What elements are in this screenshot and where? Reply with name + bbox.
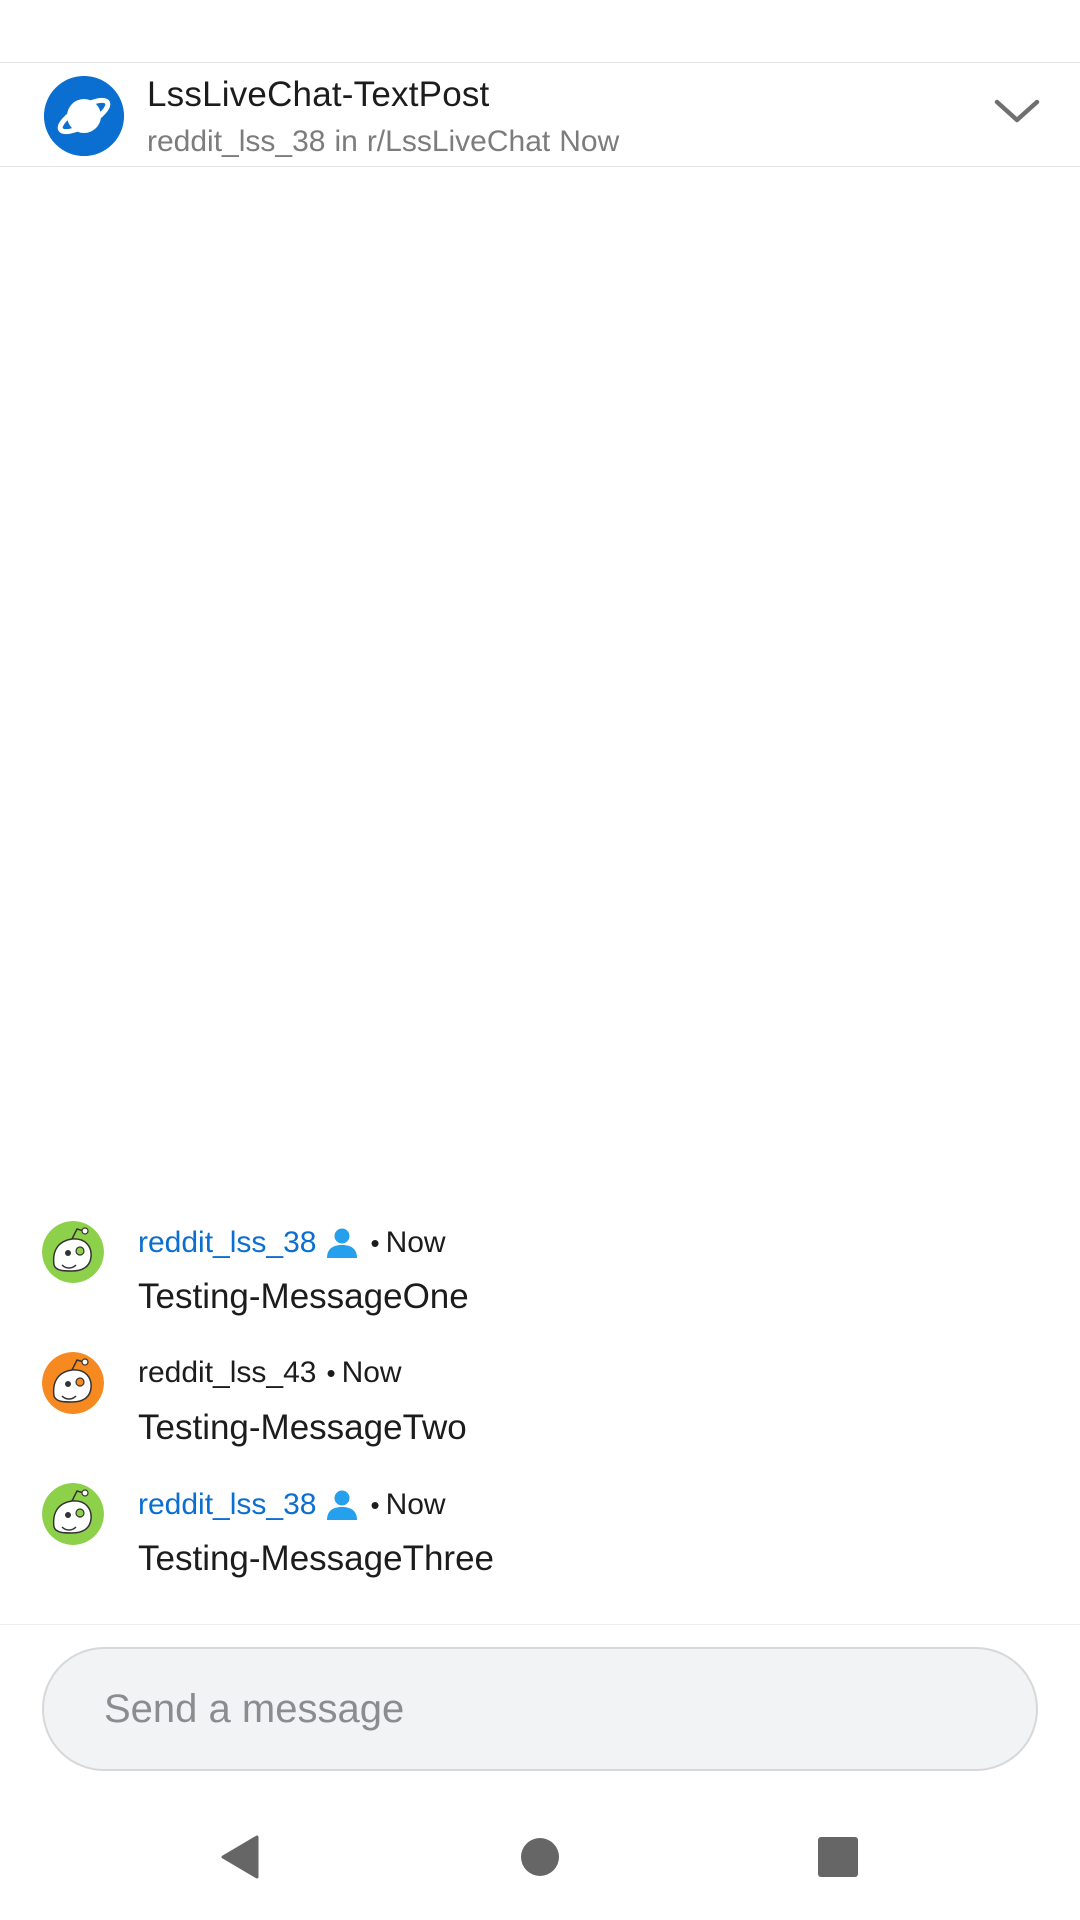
- planet-icon: [44, 76, 124, 156]
- message-time: Now: [341, 1356, 402, 1389]
- message-username[interactable]: reddit_lss_43: [138, 1356, 316, 1390]
- post-title: LssLiveChat-TextPost: [147, 75, 490, 114]
- message-item[interactable]: reddit_lss_38 • Now Testing-MessageThree: [0, 1479, 1080, 1610]
- message-username[interactable]: reddit_lss_38: [138, 1226, 316, 1260]
- separator-dot: •: [370, 1489, 380, 1520]
- person-icon: [324, 1487, 360, 1523]
- post-meta: reddit_lss_38 in r/LssLiveChat Now: [147, 125, 628, 159]
- chevron-down-icon: [994, 99, 1040, 123]
- message-composer: [0, 1624, 1080, 1771]
- avatar[interactable]: [42, 1221, 104, 1283]
- recents-icon: [818, 1837, 858, 1877]
- system-nav-bar: [0, 1790, 1080, 1920]
- message-list: reddit_lss_38 • Now Testing-MessageOne r…: [0, 1217, 1080, 1610]
- post-time: Now: [559, 125, 620, 158]
- message-item[interactable]: reddit_lss_38 • Now Testing-MessageOne: [0, 1217, 1080, 1348]
- post-header[interactable]: LssLiveChat-TextPost reddit_lss_38 in r/Ls…: [0, 63, 1080, 167]
- post-in-label: in: [334, 125, 358, 158]
- message-input[interactable]: [42, 1647, 1038, 1771]
- separator-dot: •: [370, 1227, 380, 1258]
- message-header: reddit_lss_43 • Now: [138, 1356, 402, 1390]
- home-button[interactable]: [495, 1812, 585, 1902]
- back-icon: [221, 1835, 259, 1879]
- message-time: Now: [385, 1226, 446, 1259]
- person-icon: [324, 1225, 360, 1261]
- back-button[interactable]: [194, 1812, 284, 1902]
- message-item[interactable]: reddit_lss_43 • Now Testing-MessageTwo: [0, 1348, 1080, 1479]
- avatar[interactable]: [42, 1483, 104, 1545]
- avatar[interactable]: [42, 1352, 104, 1414]
- home-icon: [521, 1838, 559, 1876]
- chat-area[interactable]: reddit_lss_38 • Now Testing-MessageOne r…: [0, 167, 1080, 1624]
- post-author[interactable]: reddit_lss_38: [147, 125, 325, 158]
- message-header: reddit_lss_38 • Now: [138, 1487, 446, 1523]
- message-username[interactable]: reddit_lss_38: [138, 1488, 316, 1522]
- message-text: Testing-MessageTwo: [138, 1408, 467, 1447]
- post-subreddit[interactable]: r/LssLiveChat: [367, 125, 550, 158]
- message-header: reddit_lss_38 • Now: [138, 1225, 446, 1261]
- separator-dot: •: [326, 1357, 336, 1388]
- recents-button[interactable]: [793, 1812, 883, 1902]
- message-text: Testing-MessageOne: [138, 1277, 469, 1316]
- message-time: Now: [385, 1488, 446, 1521]
- collapse-button[interactable]: [982, 81, 1052, 141]
- status-bar: [0, 0, 1080, 63]
- message-text: Testing-MessageThree: [138, 1539, 494, 1578]
